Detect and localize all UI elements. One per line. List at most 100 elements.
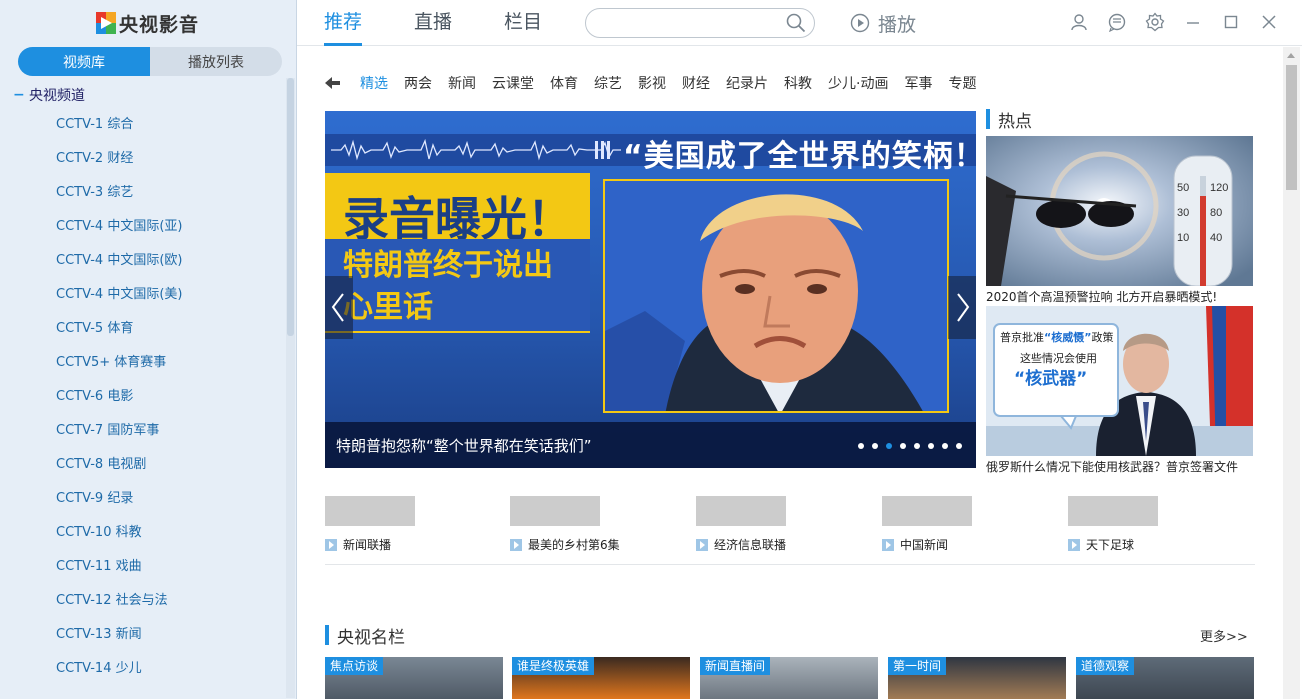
channel-item[interactable]: CCTV-8 电视剧 <box>0 448 284 482</box>
channel-item[interactable]: CCTV-13 新闻 <box>0 618 284 652</box>
category-tab[interactable]: 综艺 <box>594 73 622 93</box>
column-card[interactable]: 新闻直播间 <box>700 657 878 699</box>
tab-playlist[interactable]: 播放列表 <box>150 47 282 76</box>
hot-item-caption-1[interactable]: 2020首个高温预警拉响 北方开启暴晒模式! <box>986 288 1256 305</box>
more-link[interactable]: 更多>> <box>1200 626 1248 645</box>
carousel-dot[interactable] <box>900 443 906 449</box>
channel-item[interactable]: CCTV-6 电影 <box>0 380 284 414</box>
program-item[interactable]: 新闻联播 <box>325 496 475 553</box>
settings-icon[interactable] <box>1145 12 1165 32</box>
carousel-dot[interactable] <box>942 443 948 449</box>
channel-item[interactable]: CCTV-5 体育 <box>0 312 284 346</box>
category-tab[interactable]: 军事 <box>904 73 932 93</box>
sidebar: 央视影音 视频库 播放列表 − 央视频道 CCTV-1 综合 CCTV-2 财经 C… <box>0 0 297 699</box>
column-card[interactable]: 谁是终极英雄 <box>512 657 690 699</box>
play-icon <box>510 538 522 551</box>
svg-text:10: 10 <box>1177 232 1189 244</box>
category-tab[interactable]: 云课堂 <box>492 73 534 93</box>
category-tab[interactable]: 影视 <box>638 73 666 93</box>
hot-item-image-2[interactable]: 普京批准“核威慑”政策 这些情况会使用 “核武器” <box>986 306 1253 456</box>
search-input[interactable] <box>598 14 778 34</box>
column-card-tag: 第一时间 <box>888 657 947 675</box>
famous-columns-title: 央视名栏 <box>325 624 405 648</box>
category-tab[interactable]: 纪录片 <box>726 73 768 93</box>
program-item[interactable]: 最美的乡村第6集 <box>510 496 660 553</box>
close-icon[interactable] <box>1259 12 1279 32</box>
channel-item[interactable]: CCTV-4 中文国际(美) <box>0 278 284 312</box>
program-thumbnail[interactable] <box>1068 496 1158 526</box>
hot-overlay-line1b: 政策 <box>1091 331 1114 344</box>
carousel-dot[interactable] <box>872 443 878 449</box>
banner-sub-line-1: 特朗普终于说出 <box>343 248 553 283</box>
channel-item[interactable]: CCTV-12 社会与法 <box>0 584 284 618</box>
category-tab[interactable]: 体育 <box>550 73 578 93</box>
channel-item[interactable]: CCTV-2 财经 <box>0 142 284 176</box>
channel-item[interactable]: CCTV-4 中文国际(亚) <box>0 210 284 244</box>
collapse-icon[interactable]: − <box>13 87 29 103</box>
hot-item-caption-2[interactable]: 俄罗斯什么情况下能使用核武器？普京签署文件 <box>986 458 1256 475</box>
program-item[interactable]: 天下足球 <box>1068 496 1218 553</box>
main-scrollbar[interactable] <box>1283 47 1300 699</box>
channel-item[interactable]: CCTV-3 综艺 <box>0 176 284 210</box>
play-icon <box>850 13 870 33</box>
category-tab[interactable]: 两会 <box>404 73 432 93</box>
tab-video-library[interactable]: 视频库 <box>18 47 150 76</box>
banner-quote: “美国成了全世界的笑柄！” <box>623 139 976 174</box>
play-button[interactable]: 播放 <box>850 8 916 38</box>
maximize-icon[interactable] <box>1221 12 1241 32</box>
tab-recommend[interactable]: 推荐 <box>324 0 363 46</box>
program-thumbnail[interactable] <box>325 496 415 526</box>
tab-live[interactable]: 直播 <box>414 0 452 46</box>
category-tab[interactable]: 精选 <box>360 73 388 93</box>
carousel-dot[interactable] <box>914 443 920 449</box>
carousel-dot[interactable] <box>928 443 934 449</box>
feedback-icon[interactable] <box>1107 12 1127 32</box>
category-tab[interactable]: 科教 <box>784 73 812 93</box>
category-tab[interactable]: 新闻 <box>448 73 476 93</box>
search-icon[interactable] <box>786 13 806 33</box>
program-item[interactable]: 中国新闻 <box>882 496 1032 553</box>
program-name: 经济信息联播 <box>714 538 787 552</box>
back-arrow-icon[interactable] <box>323 73 343 93</box>
category-tab[interactable]: 财经 <box>682 73 710 93</box>
main-scroll-thumb[interactable] <box>1286 65 1297 190</box>
carousel-dot[interactable] <box>858 443 864 449</box>
next-slide-button[interactable] <box>948 276 976 339</box>
channel-item[interactable]: CCTV-10 科教 <box>0 516 284 550</box>
carousel-dot[interactable] <box>956 443 962 449</box>
user-icon[interactable] <box>1069 12 1089 32</box>
channel-item[interactable]: CCTV-4 中文国际(欧) <box>0 244 284 278</box>
column-card[interactable]: 焦点访谈 <box>325 657 503 699</box>
tab-columns[interactable]: 栏目 <box>504 0 542 46</box>
sidebar-scroll-thumb[interactable] <box>287 78 294 336</box>
category-tab[interactable]: 专题 <box>948 73 976 93</box>
scroll-up-icon[interactable] <box>1287 53 1295 58</box>
channel-item[interactable]: CCTV-11 戏曲 <box>0 550 284 584</box>
channel-item[interactable]: CCTV5+ 体育赛事 <box>0 346 284 380</box>
channel-tree: − 央视频道 CCTV-1 综合 CCTV-2 财经 CCTV-3 综艺 CCTV-4… <box>0 82 284 686</box>
program-thumbnail[interactable] <box>882 496 972 526</box>
channel-item[interactable]: CCTV-7 国防军事 <box>0 414 284 448</box>
hot-overlay-highlight: “核威慑” <box>1044 331 1092 344</box>
sidebar-scrollbar[interactable] <box>286 78 295 698</box>
category-tab[interactable]: 少儿·动画 <box>828 73 888 93</box>
hot-item-image-1[interactable]: 50 120 30 80 10 40 <box>986 136 1253 286</box>
banner-carousel[interactable]: “美国成了全世界的笑柄！” 录音曝光！ 特朗普终于说出 心里话 特朗普抱怨称“整… <box>325 111 976 468</box>
svg-text:120: 120 <box>1210 182 1228 194</box>
program-thumbnail[interactable] <box>696 496 786 526</box>
play-icon <box>882 538 894 551</box>
hot-section-title: 热点 <box>986 108 1032 132</box>
channel-item[interactable]: CCTV-9 纪录 <box>0 482 284 516</box>
program-item[interactable]: 经济信息联播 <box>696 496 846 553</box>
app-window: 央视影音 视频库 播放列表 − 央视频道 CCTV-1 综合 CCTV-2 财经 C… <box>0 0 1302 699</box>
tree-root-cctv[interactable]: − 央视频道 <box>0 82 284 108</box>
channel-item[interactable]: CCTV-14 少儿 <box>0 652 284 686</box>
prev-slide-button[interactable] <box>325 276 353 339</box>
carousel-dot[interactable] <box>886 443 892 449</box>
minimize-icon[interactable] <box>1183 12 1203 32</box>
column-card[interactable]: 第一时间 <box>888 657 1066 699</box>
column-card[interactable]: 道德观察 <box>1076 657 1254 699</box>
channel-item[interactable]: CCTV-1 综合 <box>0 108 284 142</box>
banner-caption[interactable]: 特朗普抱怨称“整个世界都在笑话我们” <box>336 435 592 456</box>
program-thumbnail[interactable] <box>510 496 600 526</box>
